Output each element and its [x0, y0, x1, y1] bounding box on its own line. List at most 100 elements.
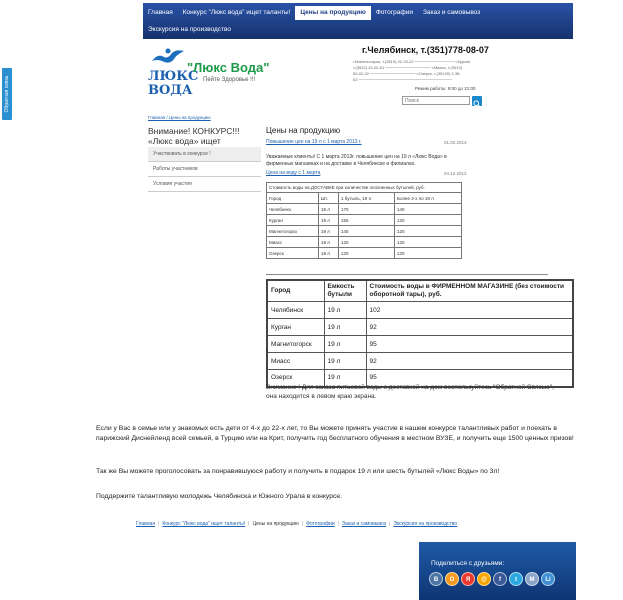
search-icon — [473, 100, 481, 108]
yandex-icon[interactable]: Я — [461, 572, 475, 586]
contest-paragraph: Если у Вас в семье или у знакомых есть д… — [96, 425, 574, 442]
divider — [266, 274, 548, 275]
table-header-row: Город Шт. 1 бутыль, 19 л Более 2-х по 19… — [266, 192, 462, 204]
sidebar-item-conditions[interactable]: Условия участия — [148, 177, 261, 192]
delivery-table-caption: Стоимость воды на ДОСТАВКЕ при количеств… — [266, 182, 462, 193]
table-cell: Челябинск — [266, 301, 325, 319]
search-button[interactable] — [472, 96, 482, 108]
sidebar-item-participate[interactable]: Участвовать в конкурсе ! — [148, 147, 261, 162]
footer-link[interactable]: Экскурсия на производство — [390, 521, 460, 527]
table-header-cell: Город — [266, 192, 319, 204]
delivery-price-table: Стоимость воды на ДОСТАВКЕ при количеств… — [266, 182, 462, 259]
table-row: Магнитогорск 19 л 95 — [266, 335, 574, 353]
table-header-cell: 1 бутыль, 19 л — [338, 192, 395, 204]
table-header-row: Город Емкость бутыли Стоимость воды в ФИ… — [266, 279, 574, 302]
table-cell: 170 — [338, 203, 395, 215]
table-row: Курган 19 л 155 120 — [266, 214, 462, 226]
tagline: Пейте Здоровье !!! — [203, 77, 256, 83]
table-cell: 140 — [394, 203, 462, 215]
address-line: г.Магнитогорск, т.(3519) 22-33-22 ──────… — [353, 59, 471, 64]
page: Главная Конкурс "Люкс вода" ищет таланты!… — [0, 0, 623, 600]
nav-item[interactable]: Экскурсия на производство — [143, 23, 236, 37]
brand-name: "Люкс Вода" — [187, 60, 270, 75]
nav-item[interactable]: Заказ и самовывоз — [418, 6, 485, 20]
nav-item[interactable]: Главная — [143, 6, 178, 20]
table-cell: 19 л — [323, 335, 367, 353]
table-cell: 120 — [394, 225, 462, 237]
table-cell: 92 — [365, 318, 574, 336]
footer-link: Цены на продукцию — [252, 521, 299, 527]
mailru-icon[interactable]: @ — [477, 572, 491, 586]
table-cell: Миасс — [266, 352, 325, 370]
table-cell: 19 л — [318, 225, 339, 237]
table-header-cell: Шт. — [318, 192, 339, 204]
table-cell: Челябинск — [266, 203, 319, 215]
news-link-water-price[interactable]: Цена на воду с 1 марта — [266, 170, 320, 176]
nav-item[interactable]: Конкурс "Люкс вода" ищет таланты! — [178, 6, 296, 20]
table-cell: 102 — [365, 301, 574, 319]
footer-link[interactable]: Фотографии — [303, 521, 338, 527]
feedback-tab[interactable]: Обратная связь — [2, 68, 12, 120]
table-cell: 95 — [365, 335, 574, 353]
support-paragraph: Поддержите талантливую молодежь Челябинс… — [96, 493, 343, 500]
address-line: т.(3522) 43-20-61 ──────────────── г.Миа… — [353, 65, 462, 70]
table-cell: Курган — [266, 214, 319, 226]
footer-link[interactable]: Конкурс "Люкс вода" ищет таланты! — [159, 521, 248, 527]
search-input[interactable] — [402, 96, 470, 105]
table-header-cell: Более 2-х по 19 л — [394, 192, 462, 204]
table-cell: 140 — [338, 225, 395, 237]
table-header-cell: Город — [266, 279, 325, 302]
news-text: Уважаемые клиенты! С 1 марта 2013г. повы… — [266, 154, 447, 167]
table-cell: 19 л — [318, 236, 339, 248]
order-notice: Внимание ! Для заказа питьевой воды с до… — [266, 384, 554, 400]
nav-row-main: Главная Конкурс "Люкс вода" ищет таланты!… — [143, 5, 485, 21]
nav-item[interactable]: Фотографии — [371, 6, 418, 20]
top-navigation: Главная Конкурс "Люкс вода" ищет таланты!… — [143, 3, 573, 39]
odnoklassniki-icon[interactable]: О — [445, 572, 459, 586]
table-row: Озерск 19 л 120 120 — [266, 247, 462, 259]
table-cell: Магнитогорск — [266, 225, 319, 237]
table-cell: Миасс — [266, 236, 319, 248]
table-row: Миасс 19 л 120 120 — [266, 236, 462, 248]
table-cell: 19 л — [323, 301, 367, 319]
table-header-cell: Стоимость воды в ФИРМЕННОМ МАГАЗИНЕ (без… — [365, 279, 574, 302]
table-row: Магнитогорск 19 л 140 120 — [266, 225, 462, 237]
table-cell: 19 л — [323, 352, 367, 370]
table-cell: 19 л — [318, 247, 339, 259]
sidebar-item-works[interactable]: Работы участников — [148, 162, 261, 177]
table-cell: Магнитогорск — [266, 335, 325, 353]
table-header-cell: Емкость бутыли — [323, 279, 367, 302]
table-cell: 120 — [394, 247, 462, 259]
facebook-icon[interactable]: f — [493, 572, 507, 586]
table-cell: 120 — [394, 214, 462, 226]
table-cell: 120 — [394, 236, 462, 248]
header-phone: г.Челябинск, т.(351)778-08-07 — [362, 45, 489, 55]
table-cell: Озерск — [266, 247, 319, 259]
table-row: Миасс 19 л 92 — [266, 352, 574, 370]
vkontakte-icon[interactable]: В — [429, 572, 443, 586]
news-date: 01.02.2013 — [444, 140, 467, 145]
moimir-icon[interactable]: M — [525, 572, 539, 586]
footer-navigation: Главная | Конкурс "Люкс вода" ищет таланты… — [133, 521, 460, 527]
table-row: Курган 19 л 92 — [266, 318, 574, 336]
vote-paragraph: Так же Вы можете проголосовать за понрав… — [96, 468, 500, 475]
nav-item[interactable]: Цены на продукцию — [295, 6, 371, 20]
address-line: 63 ───────────────────────────────── — [353, 77, 453, 82]
sidebar-menu: Участвовать в конкурсе ! Работы участник… — [148, 147, 261, 192]
page-title: Цены на продукцию — [266, 126, 341, 135]
share-icons: В О Я @ f t M Li — [429, 572, 555, 586]
logo-figure-icon — [152, 48, 184, 63]
breadcrumb[interactable]: Главная / Цены на продукцию — [148, 115, 211, 120]
table-cell: 120 — [338, 247, 395, 259]
address-line: 50-02-02 ──────────────── г.Озерск, т.(3… — [353, 71, 461, 76]
news-link-price-increase[interactable]: Повышение цен на 19 л с 1 марта 2013 г. — [266, 139, 362, 145]
share-title: Поделиться с друзьями: — [431, 560, 505, 567]
table-row: Челябинск 19 л 102 — [266, 301, 574, 319]
footer-link[interactable]: Заказ и самовывоз — [339, 521, 389, 527]
twitter-icon[interactable]: t — [509, 572, 523, 586]
feedback-tab-label: Обратная связь — [4, 75, 10, 113]
table-cell: 19 л — [318, 214, 339, 226]
table-cell: 19 л — [323, 318, 367, 336]
liveinternet-icon[interactable]: Li — [541, 572, 555, 586]
footer-link[interactable]: Главная — [133, 521, 158, 527]
